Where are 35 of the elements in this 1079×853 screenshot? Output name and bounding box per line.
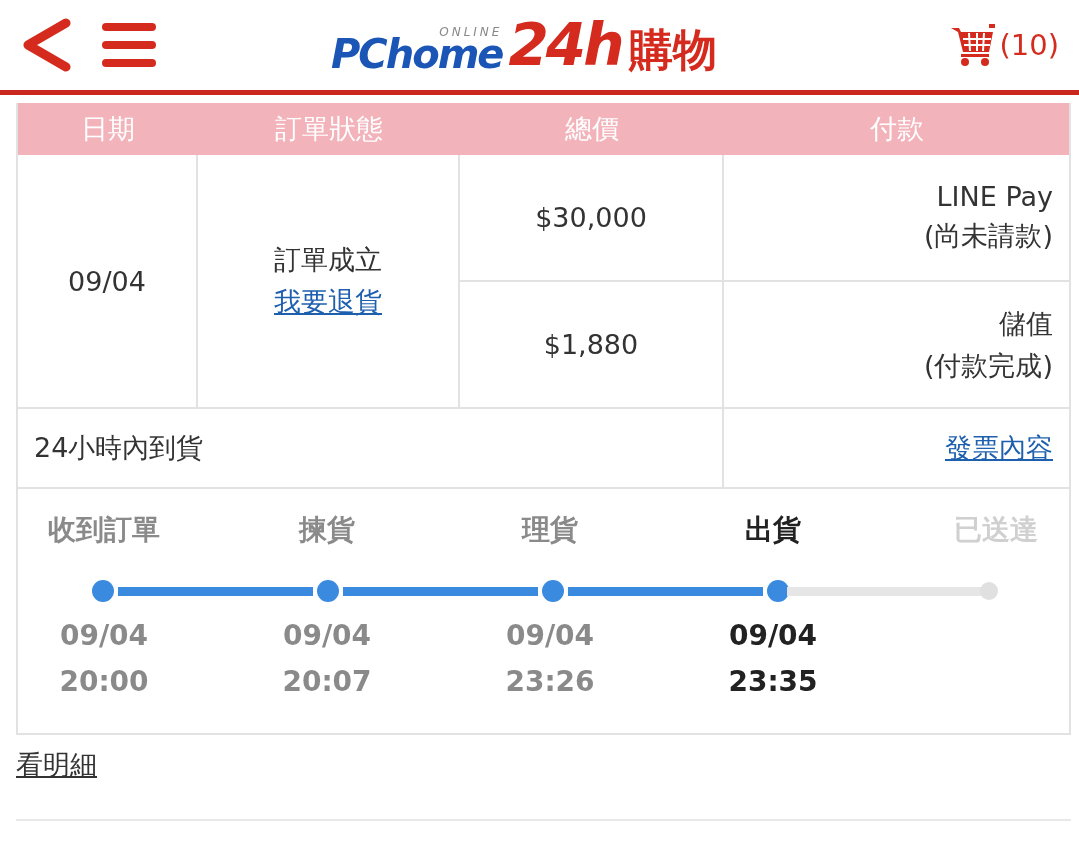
step-date: 09/04 xyxy=(728,618,818,654)
step-time: 23:26 xyxy=(505,664,595,700)
logo-shopping-text: 購物 xyxy=(629,25,718,74)
column-header: 付款 xyxy=(868,112,925,146)
step-label: 揀貨 xyxy=(299,512,355,548)
invoice-link[interactable]: 發票內容 xyxy=(945,430,1053,466)
total-price: $1,880 xyxy=(543,329,639,360)
step-time: 20:07 xyxy=(282,664,372,700)
details-link[interactable]: 看明細 xyxy=(16,747,97,783)
payment-status: (尚未請款) xyxy=(923,219,1053,253)
payment-status: (付款完成) xyxy=(923,348,1053,383)
step-time: 23:35 xyxy=(728,664,818,700)
step-time: 20:00 xyxy=(59,664,149,700)
column-header: 訂單狀態 xyxy=(274,112,384,146)
step-date: 09/04 xyxy=(505,618,595,654)
payment-method: LINE Pay xyxy=(936,181,1053,212)
total-price: $30,000 xyxy=(535,202,647,233)
payment-method: 儲值 xyxy=(999,306,1053,341)
column-header: 日期 xyxy=(80,112,136,146)
step-label: 理貨 xyxy=(522,512,578,548)
order-status: 訂單成立 xyxy=(274,243,382,277)
step-label: 收到訂單 xyxy=(48,512,160,548)
step-date: 09/04 xyxy=(282,618,372,654)
delivery-type: 24小時內到貨 xyxy=(34,431,204,465)
cart-count: (10) xyxy=(999,28,1059,62)
logo-online-text: ONLINE xyxy=(439,26,503,38)
order-date: 09/04 xyxy=(68,265,146,297)
menu-icon[interactable] xyxy=(102,22,156,68)
column-header: 總價 xyxy=(564,112,620,146)
step-date: 09/04 xyxy=(59,618,149,654)
cart-icon[interactable] xyxy=(949,22,998,68)
back-icon[interactable] xyxy=(20,17,72,73)
logo-24h-text: 24h xyxy=(508,16,622,74)
step-label: 出貨 xyxy=(745,512,801,548)
return-link[interactable]: 我要退貨 xyxy=(274,284,382,320)
